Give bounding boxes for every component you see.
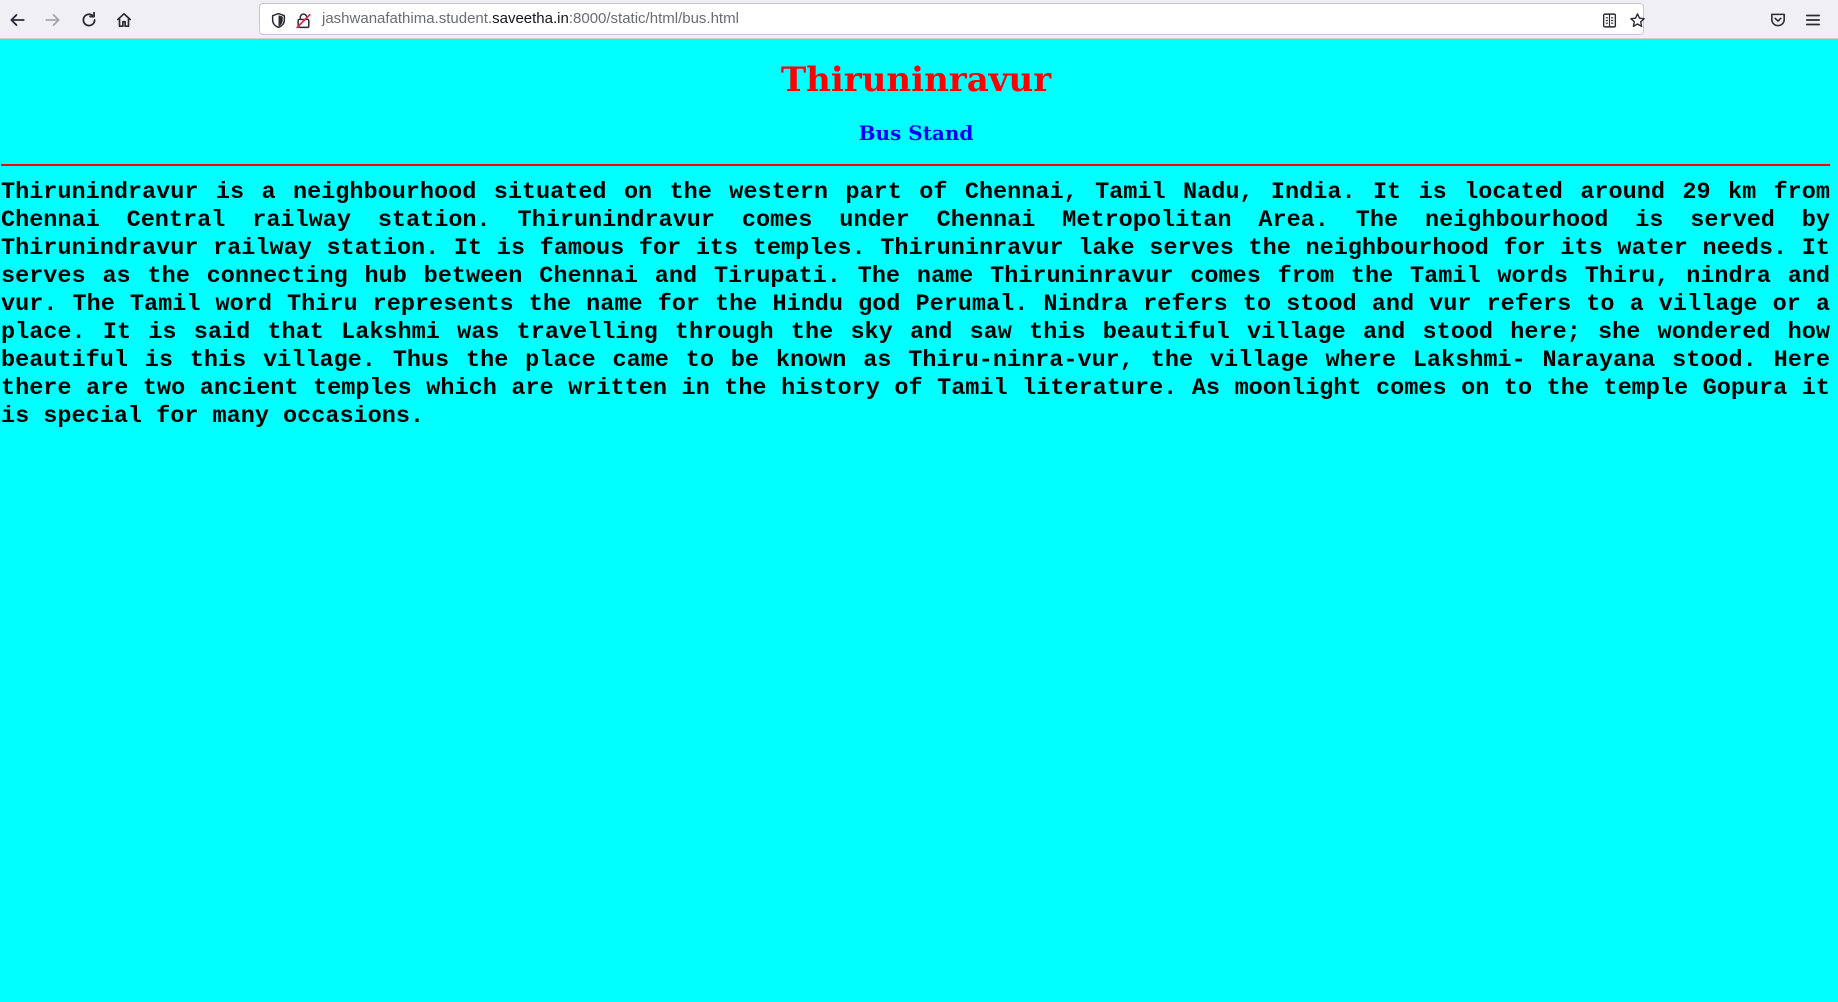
bookmark-button[interactable]	[1627, 10, 1647, 30]
reload-button[interactable]	[75, 6, 103, 34]
page-title: Thiruninravur	[780, 60, 1052, 100]
url-suffix: :8000/static/html/bus.html	[568, 10, 739, 27]
bookmark-star-icon	[1629, 12, 1645, 27]
back-button[interactable]	[3, 6, 31, 34]
home-button[interactable]	[110, 6, 138, 34]
app-menu-button[interactable]	[1799, 6, 1827, 34]
browser-toolbar: jashwanafathima.student.saveetha.in:8000…	[0, 0, 1838, 39]
forward-arrow-icon	[45, 14, 60, 26]
page-subtitle: Bus Stand	[858, 121, 974, 145]
hamburger-menu-icon	[1805, 14, 1821, 26]
tracking-protection-shield-icon	[271, 12, 285, 28]
back-arrow-icon	[10, 14, 25, 26]
reader-view-icon	[1602, 12, 1616, 28]
page-content: Thiruninravur Bus Stand Thirunindravur i…	[0, 39, 1838, 1002]
url-text[interactable]: jashwanafathima.student.saveetha.in:8000…	[322, 4, 739, 34]
address-bar[interactable]: jashwanafathima.student.saveetha.in:8000…	[259, 3, 1647, 35]
url-prefix: jashwanafathima.student.	[322, 10, 493, 27]
home-icon	[116, 12, 132, 28]
site-info-button[interactable]	[293, 10, 313, 30]
reload-icon	[82, 11, 96, 27]
reader-view-button[interactable]	[1599, 10, 1619, 30]
url-domain: saveetha.in	[492, 10, 569, 27]
pocket-icon	[1771, 13, 1785, 27]
insecure-connection-icon	[295, 12, 311, 28]
forward-button[interactable]	[39, 6, 67, 34]
description-paragraph: Thirunindravur is a neighbourhood situat…	[1, 179, 1830, 430]
tracking-protection-button[interactable]	[268, 10, 288, 30]
horizontal-rule	[1, 164, 1830, 166]
pocket-button[interactable]	[1764, 6, 1792, 34]
